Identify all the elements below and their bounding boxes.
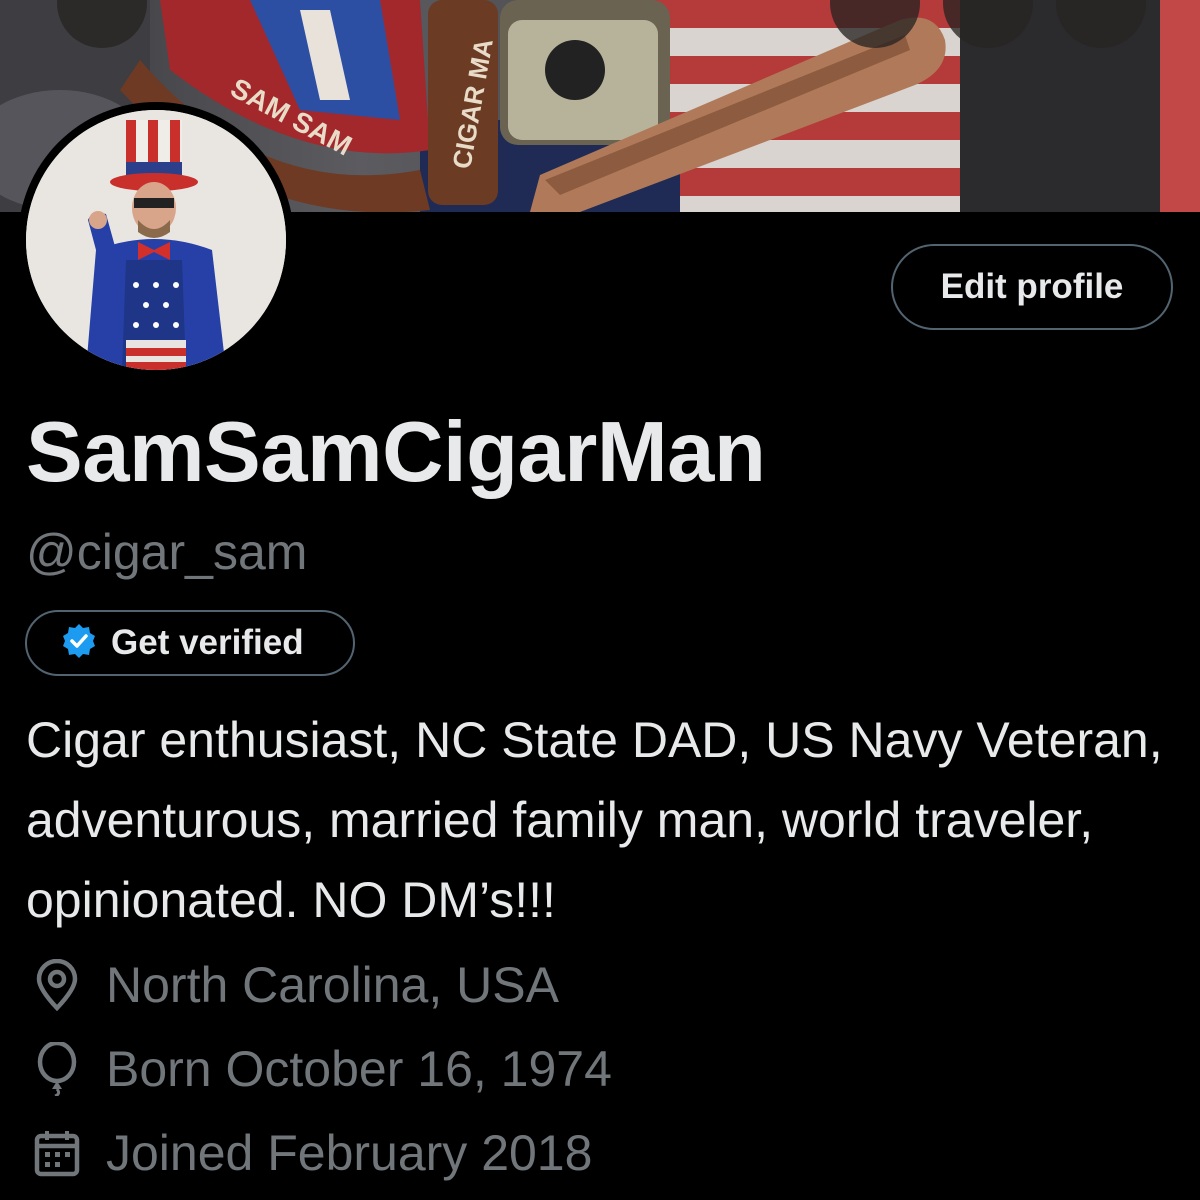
location-text: North Carolina, USA: [106, 957, 559, 1013]
get-verified-label: Get verified: [111, 623, 304, 662]
avatar-image: [26, 110, 286, 370]
username-handle: @cigar_sam: [26, 524, 308, 580]
location-pin-icon: [28, 956, 86, 1014]
birthday-text: Born October 16, 1974: [106, 1041, 612, 1097]
edit-profile-button[interactable]: Edit profile: [891, 244, 1173, 330]
avatar[interactable]: [18, 102, 294, 378]
calendar-icon: [28, 1124, 86, 1182]
get-verified-button[interactable]: Get verified: [25, 610, 355, 676]
balloon-icon: [28, 1040, 86, 1098]
verified-badge-icon: [61, 623, 97, 664]
location-row: North Carolina, USA: [28, 950, 559, 1020]
display-name: SamSamCigarMan: [26, 405, 766, 500]
birthday-row: Born October 16, 1974: [28, 1034, 612, 1104]
profile-bio: Cigar enthusiast, NC State DAD, US Navy …: [26, 712, 1163, 928]
joined-text: Joined February 2018: [106, 1125, 593, 1181]
joined-row: Joined February 2018: [28, 1118, 592, 1188]
